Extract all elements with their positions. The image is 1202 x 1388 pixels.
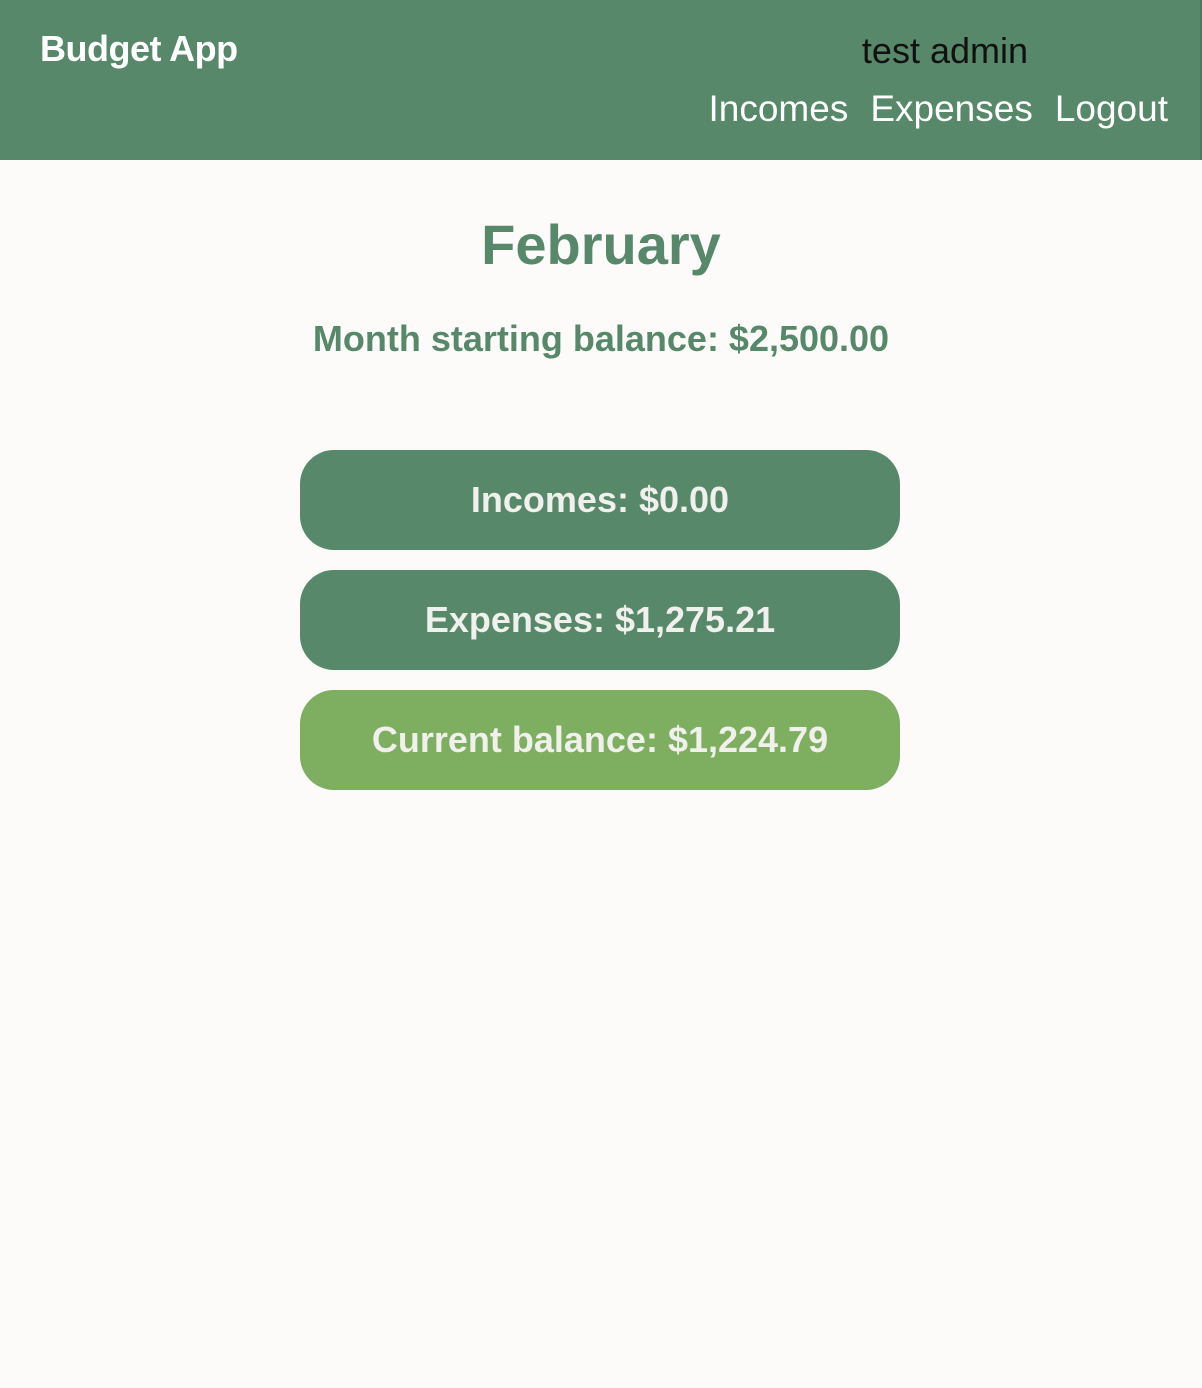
- main-nav: Incomes Expenses Logout: [708, 88, 1168, 130]
- nav-link-expenses[interactable]: Expenses: [870, 88, 1033, 130]
- app-brand[interactable]: Budget App: [40, 28, 238, 70]
- month-title: February: [481, 213, 721, 276]
- starting-balance: Month starting balance: $2,500.00: [312, 318, 890, 359]
- user-name: test admin: [861, 30, 1028, 71]
- nav-link-logout[interactable]: Logout: [1055, 88, 1168, 130]
- current-balance-button[interactable]: Current balance: $1,224.79: [300, 690, 900, 790]
- nav-link-incomes[interactable]: Incomes: [708, 88, 848, 130]
- app-header: Budget App test admin Incomes Expenses L…: [0, 0, 1202, 160]
- incomes-summary-button[interactable]: Incomes: $0.00: [300, 450, 900, 550]
- expenses-summary-button[interactable]: Expenses: $1,275.21: [300, 570, 900, 670]
